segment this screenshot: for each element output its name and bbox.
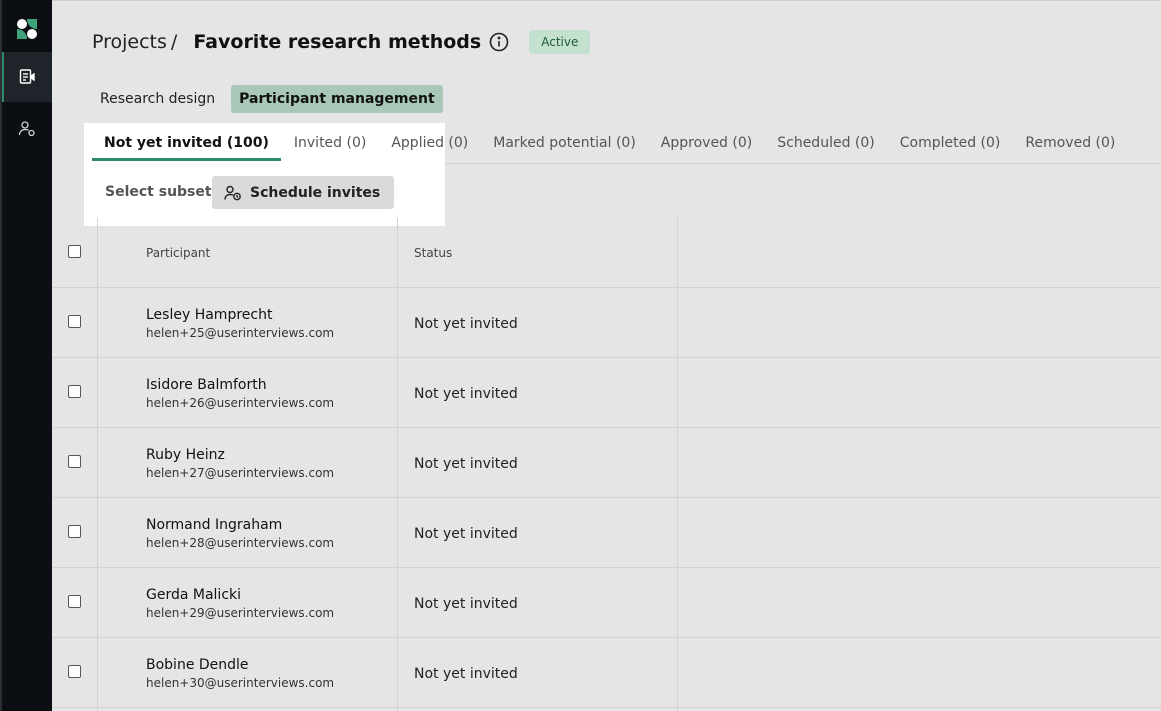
- sidebar: [0, 0, 52, 711]
- table-row[interactable]: Isidore Balmforth helen+26@userinterview…: [52, 358, 1161, 428]
- subtab-completed[interactable]: Completed (0): [888, 133, 1013, 159]
- subtab-removed[interactable]: Removed (0): [1013, 133, 1127, 159]
- participant-email: helen+30@userinterviews.com: [146, 676, 335, 690]
- page-title: Favorite research methods: [193, 31, 482, 53]
- subtab-scheduled[interactable]: Scheduled (0): [765, 133, 887, 159]
- tab-research-design[interactable]: Research design: [92, 85, 223, 113]
- participant-name[interactable]: Bobine Dendle: [146, 657, 249, 673]
- main-content: Projects / Favorite research methods Act…: [52, 0, 1161, 711]
- row-checkbox[interactable]: [68, 315, 81, 328]
- column-header-status[interactable]: Status: [414, 246, 452, 260]
- table-row[interactable]: Normand Ingraham helen+28@userinterviews…: [52, 498, 1161, 568]
- sidebar-item-participants[interactable]: [2, 104, 52, 154]
- table-header: Participant Status: [52, 218, 1161, 288]
- participant-status: Not yet invited: [414, 526, 518, 542]
- status-badge: Active: [529, 30, 591, 54]
- breadcrumb-separator: /: [170, 31, 178, 53]
- subtab-not-yet-invited[interactable]: Not yet invited (100): [92, 133, 281, 161]
- projects-icon: [19, 69, 35, 84]
- logo-icon: [17, 19, 37, 39]
- participant-email: helen+26@userinterviews.com: [146, 396, 335, 410]
- participant-name[interactable]: Gerda Malicki: [146, 587, 241, 603]
- app-window: Projects / Favorite research methods Act…: [0, 0, 1161, 711]
- logo-button[interactable]: [2, 4, 52, 54]
- select-subset-button[interactable]: Select subset: [105, 184, 212, 200]
- row-checkbox[interactable]: [68, 525, 81, 538]
- tab-participant-management[interactable]: Participant management: [231, 85, 443, 113]
- participant-email: helen+25@userinterviews.com: [146, 326, 335, 340]
- participant-status: Not yet invited: [414, 596, 518, 612]
- info-icon[interactable]: [489, 32, 509, 52]
- divider: [52, 0, 1161, 1]
- schedule-invites-button[interactable]: Schedule invites: [212, 176, 395, 209]
- participant-status: Not yet invited: [414, 456, 518, 472]
- divider: [445, 163, 1161, 164]
- participants-table: Participant Status Lesley Hamprecht hele…: [52, 218, 1161, 711]
- row-checkbox[interactable]: [68, 385, 81, 398]
- participant-status: Not yet invited: [414, 316, 518, 332]
- participants-icon: [18, 121, 35, 137]
- schedule-invites-label: Schedule invites: [250, 184, 381, 201]
- row-checkbox[interactable]: [68, 455, 81, 468]
- subtab-applied[interactable]: Applied (0): [379, 133, 480, 159]
- participant-name[interactable]: Ruby Heinz: [146, 447, 225, 463]
- sidebar-item-projects[interactable]: [2, 52, 52, 102]
- participant-status: Not yet invited: [414, 386, 518, 402]
- section-tabs: Research design Participant management: [92, 85, 443, 113]
- participant-email: helen+28@userinterviews.com: [146, 536, 335, 550]
- table-row[interactable]: Gerda Malicki helen+29@userinterviews.co…: [52, 568, 1161, 638]
- status-subtabs: Not yet invited (100) Invited (0) Applie…: [92, 133, 1128, 161]
- table-row[interactable]: Lesley Hamprecht helen+25@userinterviews…: [52, 288, 1161, 358]
- subtab-approved[interactable]: Approved (0): [649, 133, 764, 159]
- breadcrumb-projects[interactable]: Projects: [92, 31, 167, 53]
- schedule-user-icon: [224, 185, 241, 200]
- column-header-participant[interactable]: Participant: [146, 246, 210, 260]
- participant-status: Not yet invited: [414, 666, 518, 682]
- participant-name[interactable]: Lesley Hamprecht: [146, 307, 272, 323]
- table-row[interactable]: Bobine Dendle helen+30@userinterviews.co…: [52, 638, 1161, 708]
- row-checkbox[interactable]: [68, 665, 81, 678]
- subtab-marked-potential[interactable]: Marked potential (0): [481, 133, 648, 159]
- table-row[interactable]: Ruby Heinz helen+27@userinterviews.com N…: [52, 428, 1161, 498]
- subtab-invited[interactable]: Invited (0): [282, 133, 378, 159]
- select-all-checkbox[interactable]: [68, 245, 81, 258]
- row-checkbox[interactable]: [68, 595, 81, 608]
- page-header: Projects / Favorite research methods Act…: [92, 28, 591, 56]
- participant-email: helen+29@userinterviews.com: [146, 606, 335, 620]
- participant-email: helen+27@userinterviews.com: [146, 466, 335, 480]
- participant-name[interactable]: Normand Ingraham: [146, 517, 282, 533]
- participant-name[interactable]: Isidore Balmforth: [146, 377, 267, 393]
